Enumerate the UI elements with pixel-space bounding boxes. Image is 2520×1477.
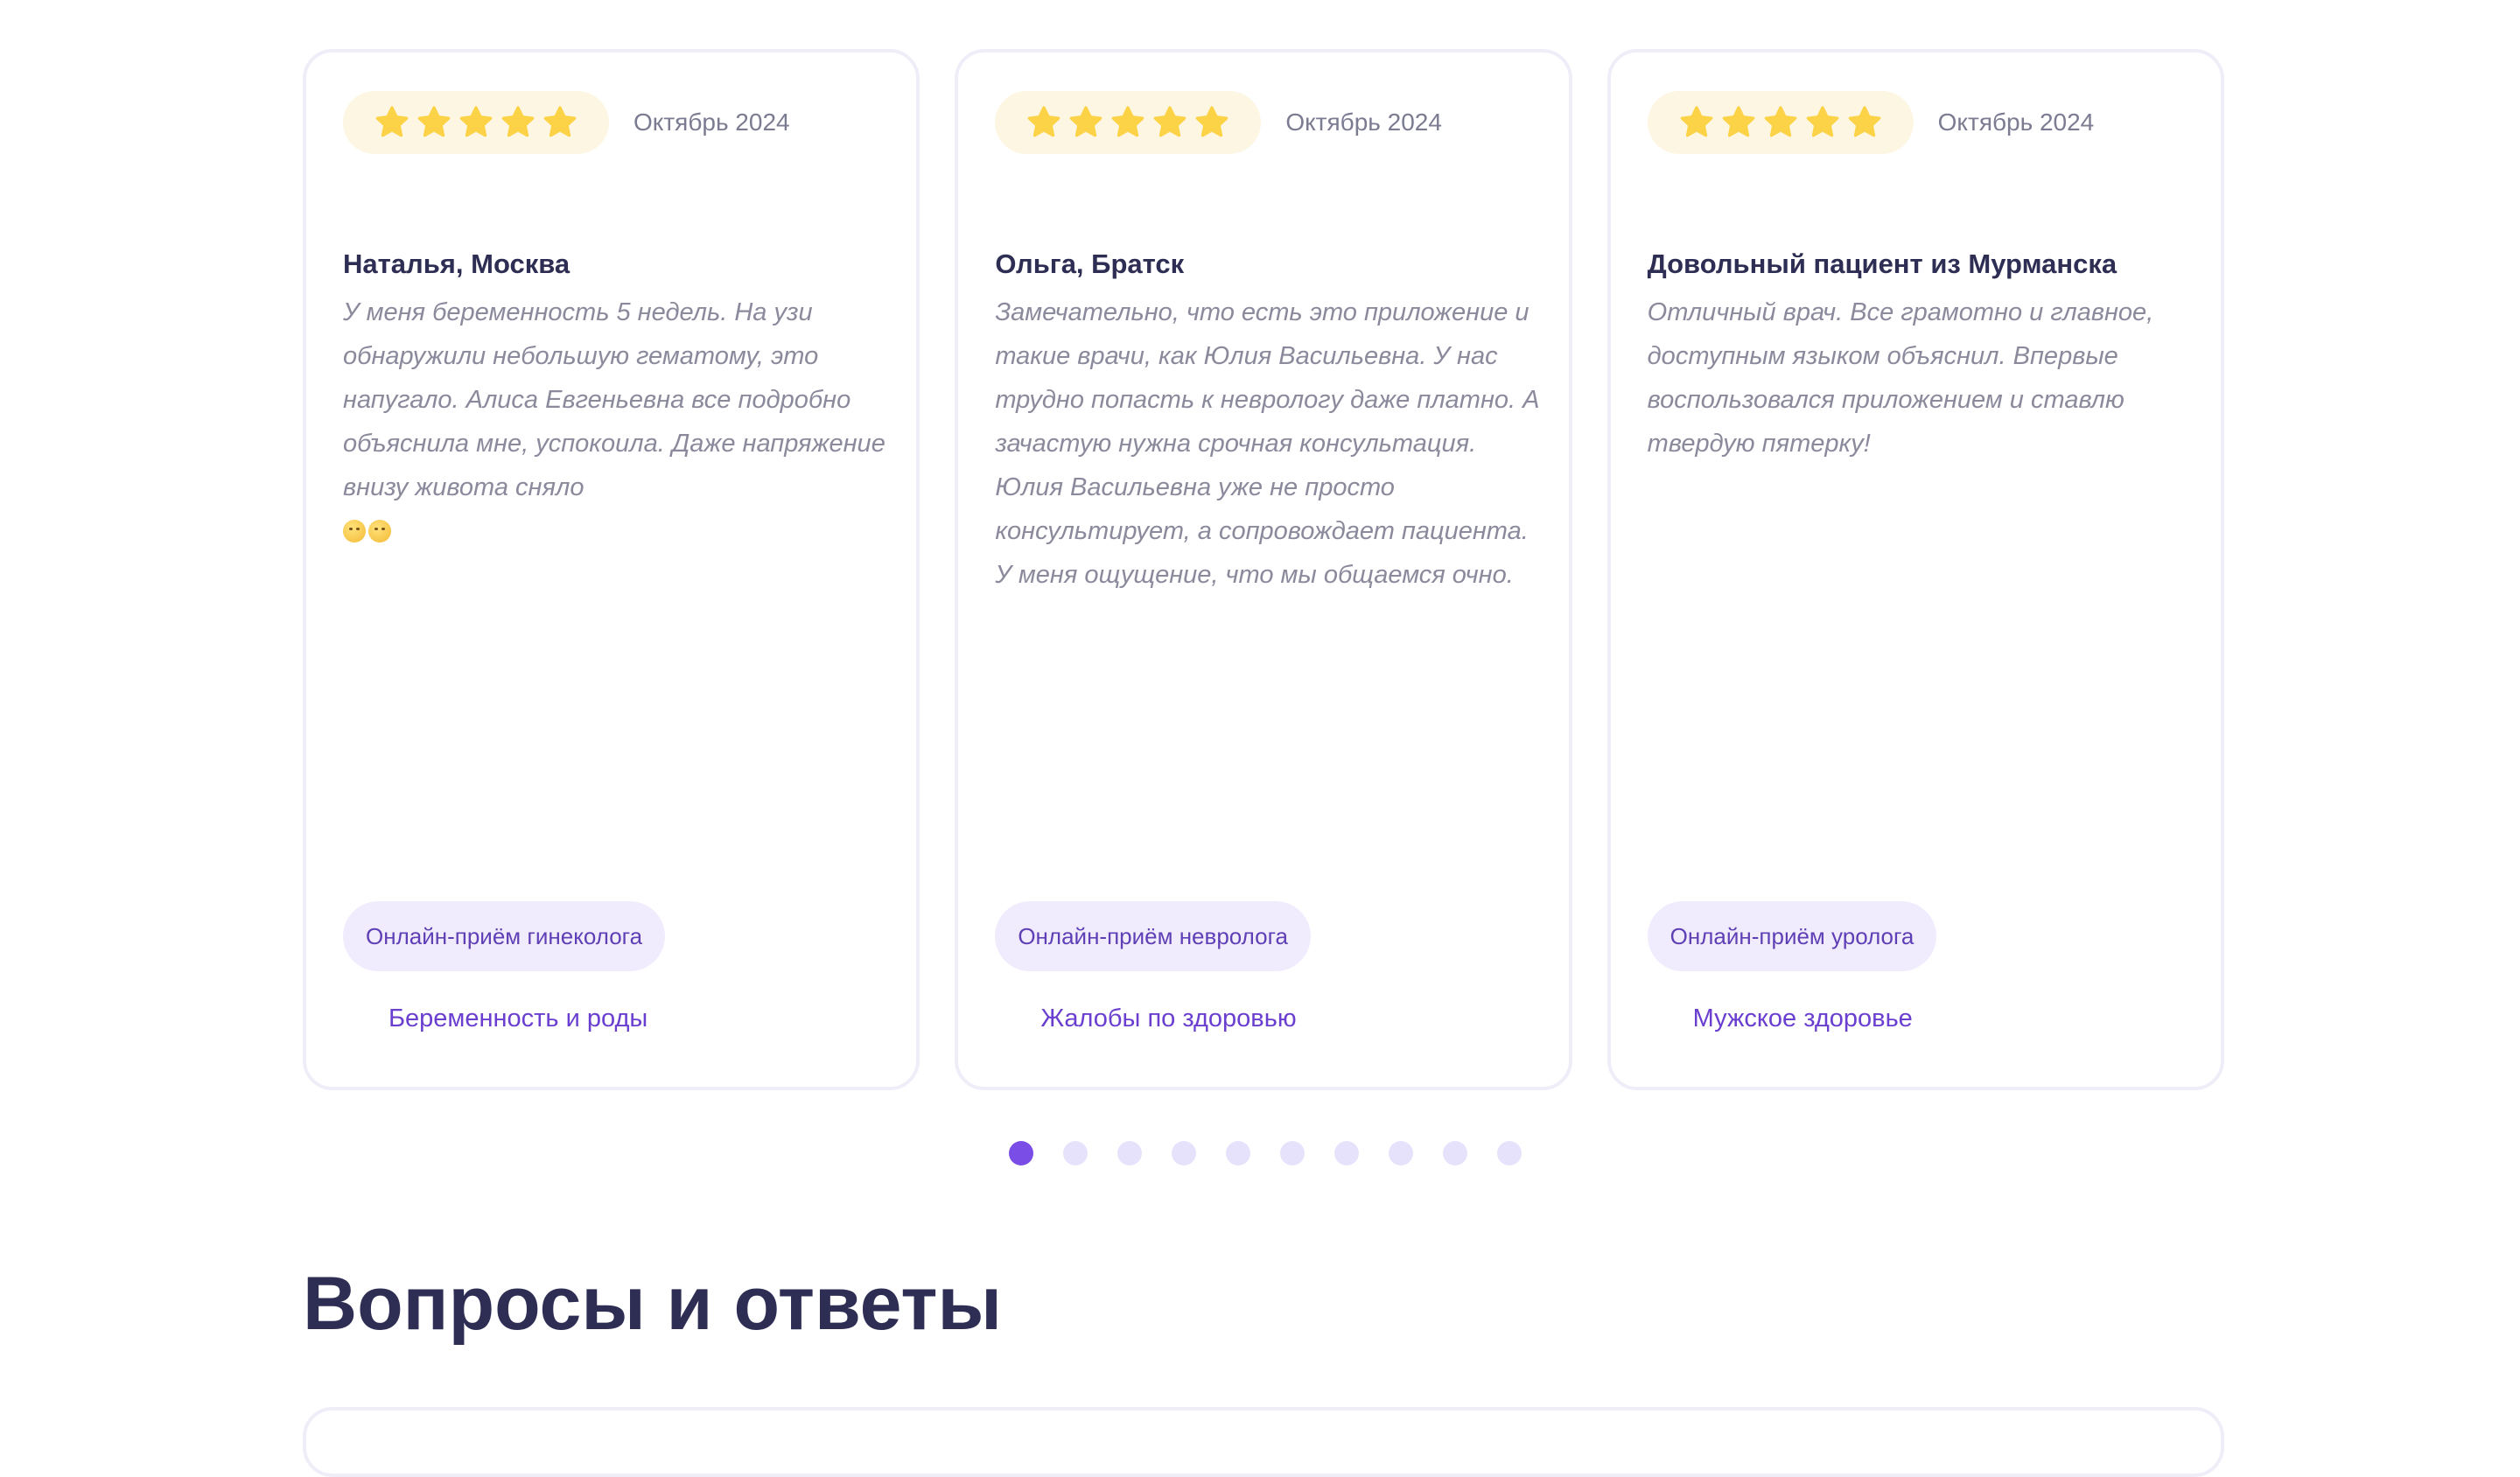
star-icon [543, 106, 577, 137]
review-text-body: У меня беременность 5 недель. На узи обн… [343, 298, 886, 501]
reviews-carousel: Октябрь 2024 Наталья, Москва У меня бере… [303, 49, 2224, 1090]
star-icon [1153, 106, 1186, 137]
faq-heading: Вопросы и ответы [303, 1262, 1002, 1346]
rating-stars [995, 91, 1262, 154]
star-icon [1806, 106, 1838, 137]
star-icon [1722, 106, 1754, 137]
pagination-dot[interactable] [1226, 1141, 1250, 1166]
review-date: Октябрь 2024 [1937, 108, 2095, 136]
review-card: Октябрь 2024 Довольный пациент из Мурман… [1606, 49, 2224, 1090]
pagination-dot[interactable] [1063, 1141, 1088, 1166]
topic-link[interactable]: Жалобы по здоровью [1040, 1004, 1296, 1033]
review-text: Отличный врач. Все грамотно и главное, д… [1647, 298, 2154, 458]
star-icon [1848, 106, 1880, 137]
topic-link[interactable]: Мужское здоровье [1693, 1004, 1913, 1033]
review-text: Замечательно, что есть это приложение и … [995, 298, 1540, 589]
faq-accordion[interactable] [303, 1407, 2224, 1477]
review-author: Ольга, Братск [995, 248, 1185, 279]
review-author: Довольный пациент из Мурманска [1647, 248, 2118, 279]
pagination-dot[interactable] [1117, 1141, 1142, 1166]
star-icon [1680, 106, 1712, 137]
rating-stars [1647, 91, 1914, 154]
star-icon [1069, 106, 1102, 137]
service-tag[interactable]: Онлайн-приём невролога [995, 901, 1311, 971]
review-date: Октябрь 2024 [634, 108, 790, 136]
review-author: Наталья, Москва [343, 248, 570, 279]
rating-stars [343, 91, 609, 154]
service-tag[interactable]: Онлайн-приём гинеколога [343, 901, 666, 971]
star-icon [501, 106, 535, 137]
star-icon [1111, 106, 1144, 137]
review-card: Октябрь 2024 Наталья, Москва У меня бере… [303, 49, 920, 1090]
pagination-dot[interactable] [1497, 1141, 1522, 1166]
star-icon [417, 106, 451, 137]
star-icon [1764, 106, 1796, 137]
pagination-dot[interactable] [1389, 1141, 1413, 1166]
pagination-dot[interactable] [1172, 1141, 1196, 1166]
pagination-dot[interactable] [1443, 1141, 1467, 1166]
review-header: Октябрь 2024 [995, 91, 1442, 154]
relieved-face-emoji [343, 520, 366, 542]
grinning-sweat-face-emoji [368, 520, 391, 542]
review-header: Октябрь 2024 [1647, 91, 2095, 154]
carousel-pagination [1009, 1141, 1522, 1166]
review-card: Октябрь 2024 Ольга, Братск Замечательно,… [955, 49, 1572, 1090]
review-date: Октябрь 2024 [1285, 108, 1442, 136]
star-icon [459, 106, 493, 137]
star-icon [1195, 106, 1228, 137]
pagination-dot[interactable] [1280, 1141, 1305, 1166]
star-icon [1027, 106, 1060, 137]
star-icon [375, 106, 409, 137]
pagination-dot[interactable] [1334, 1141, 1359, 1166]
service-tag[interactable]: Онлайн-приём уролога [1647, 901, 1937, 971]
topic-link[interactable]: Беременность и роды [388, 1004, 648, 1033]
review-text: У меня беременность 5 недель. На узи обн… [343, 290, 894, 553]
review-header: Октябрь 2024 [343, 91, 790, 154]
pagination-dot[interactable] [1009, 1141, 1033, 1166]
